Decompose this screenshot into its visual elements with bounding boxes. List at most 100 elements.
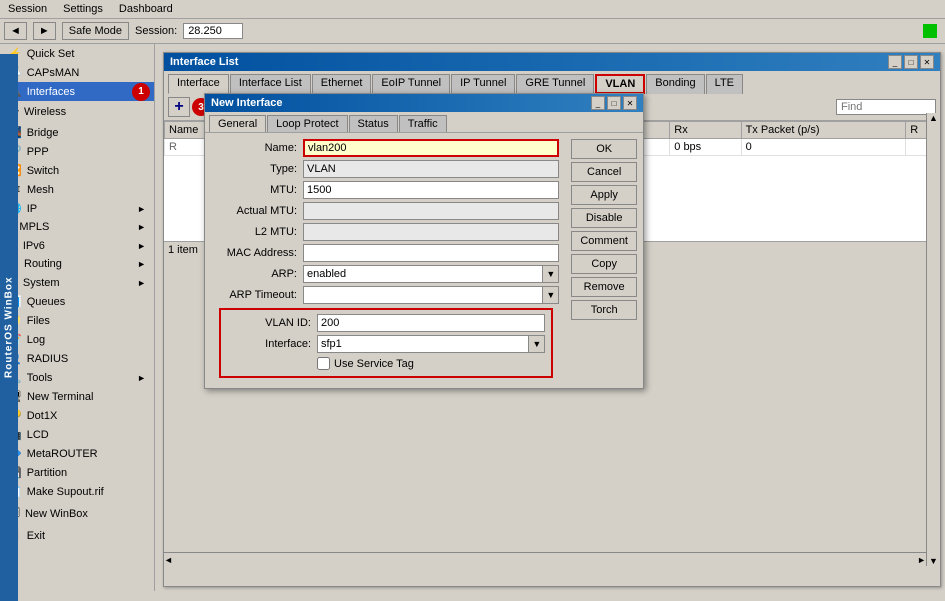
dialog-tab-traffic[interactable]: Traffic [399, 115, 447, 132]
comment-button[interactable]: Comment [571, 231, 637, 251]
sidebar-item-queues[interactable]: 📊 Queues [0, 292, 154, 311]
sidebar-item-mpls[interactable]: ≡ MPLS ► [0, 218, 154, 236]
sidebar-item-ipv6[interactable]: ⑥ IPv6 ► [0, 236, 154, 255]
sidebar-item-quick-set[interactable]: ⚡ Quick Set [0, 44, 154, 63]
minimize-button[interactable]: _ [888, 55, 902, 69]
name-row: Name: [213, 139, 559, 157]
dialog-tab-status[interactable]: Status [349, 115, 398, 132]
menu-session[interactable]: Session [4, 2, 51, 16]
sidebar-item-new-terminal[interactable]: 🖥 New Terminal [0, 387, 154, 406]
dialog-minimize[interactable]: _ [591, 96, 605, 110]
tab-eoip-tunnel[interactable]: EoIP Tunnel [372, 74, 450, 94]
ip-arrow: ► [137, 204, 146, 214]
interface-input[interactable] [317, 335, 529, 353]
sidebar-item-dot1x[interactable]: 🔑 Dot1X [0, 406, 154, 425]
add-interface-button[interactable]: + [168, 97, 190, 117]
sidebar-item-exit[interactable]: 🚪 Exit [0, 526, 154, 545]
vertical-scrollbar[interactable]: ▲ ▼ [926, 113, 940, 566]
sidebar-item-log[interactable]: 📝 Log [0, 330, 154, 349]
mac-input[interactable] [303, 244, 559, 262]
interfaces-badge: 1 [132, 83, 150, 101]
interface-list-window: Interface List _ □ ✕ Interface Interface… [163, 52, 941, 587]
arp-input[interactable] [303, 265, 543, 283]
sidebar-item-metarouter[interactable]: 🔷 MetaROUTER [0, 444, 154, 463]
tab-ip-tunnel[interactable]: IP Tunnel [451, 74, 515, 94]
sidebar-label-lcd: LCD [27, 429, 49, 441]
sidebar-item-tools[interactable]: 🔧 Tools ► [0, 368, 154, 387]
scroll-right-arrow[interactable]: ► [917, 555, 926, 565]
tab-lte[interactable]: LTE [706, 74, 743, 94]
interface-dropdown-arrow[interactable]: ▼ [529, 335, 545, 353]
sidebar-item-bridge[interactable]: 🌉 Bridge [0, 123, 154, 142]
copy-button[interactable]: Copy [571, 254, 637, 274]
horizontal-scrollbar[interactable]: ◄ ► [164, 552, 926, 566]
sidebar-item-ip[interactable]: 🌐 IP ► [0, 199, 154, 218]
sidebar-item-lcd[interactable]: 📺 LCD [0, 425, 154, 444]
back-button[interactable]: ◄ [4, 22, 27, 40]
dialog-controls: _ □ ✕ [591, 96, 637, 110]
sidebar-label-make-supout: Make Supout.rif [27, 486, 104, 498]
mac-row: MAC Address: [213, 244, 559, 262]
new-interface-dialog: New Interface _ □ ✕ General Loop Protect… [204, 93, 644, 389]
scroll-down-arrow[interactable]: ▼ [929, 556, 938, 566]
tab-bonding[interactable]: Bonding [646, 74, 704, 94]
winbox-brand-label: RouterOS WinBox [0, 54, 18, 591]
arp-timeout-label: ARP Timeout: [213, 289, 303, 301]
sidebar-label-capsman: CAPsMAN [27, 67, 80, 79]
interface-row: Interface: ▼ [227, 335, 545, 353]
arp-dropdown-arrow[interactable]: ▼ [543, 265, 559, 283]
sidebar-item-switch[interactable]: 🔀 Switch [0, 161, 154, 180]
vlan-id-label: VLAN ID: [227, 317, 317, 329]
sidebar-item-make-supout[interactable]: 📄 Make Supout.rif [0, 482, 154, 501]
sidebar-label-queues: Queues [27, 296, 66, 308]
sidebar-item-radius[interactable]: 👤 RADIUS [0, 349, 154, 368]
arp-timeout-input[interactable] [303, 286, 543, 304]
sidebar-item-partition[interactable]: 💾 Partition [0, 463, 154, 482]
close-button[interactable]: ✕ [920, 55, 934, 69]
sidebar-item-wireless[interactable]: 〰 Wireless [0, 101, 154, 123]
find-input[interactable] [836, 99, 936, 115]
sidebar-item-files[interactable]: 📁 Files [0, 311, 154, 330]
arp-timeout-dropdown-arrow[interactable]: ▼ [543, 286, 559, 304]
dialog-button-panel: OK Cancel Apply Disable Comment Copy Rem… [567, 133, 643, 388]
vlan-id-input[interactable] [317, 314, 545, 332]
tab-interface[interactable]: Interface [168, 74, 229, 94]
sidebar-item-system[interactable]: ⚙ System ► [0, 273, 154, 292]
name-input[interactable] [303, 139, 559, 157]
sidebar-item-interfaces[interactable]: 🔌 Interfaces 1 [0, 82, 154, 101]
tab-gre-tunnel[interactable]: GRE Tunnel [516, 74, 594, 94]
sidebar-item-capsman[interactable]: 📡 CAPsMAN [0, 63, 154, 82]
tab-ethernet[interactable]: Ethernet [312, 74, 372, 94]
sidebar-item-mesh[interactable]: 🕸 Mesh [0, 180, 154, 199]
forward-button[interactable]: ► [33, 22, 56, 40]
torch-button[interactable]: Torch [571, 300, 637, 320]
mtu-input[interactable] [303, 181, 559, 199]
arp-timeout-row: ARP Timeout: ▼ [213, 286, 559, 304]
scroll-left-arrow[interactable]: ◄ [164, 555, 173, 565]
dialog-tab-general[interactable]: General [209, 115, 266, 132]
scroll-up-arrow[interactable]: ▲ [929, 113, 938, 123]
tab-interface-list[interactable]: Interface List [230, 74, 311, 94]
disable-button[interactable]: Disable [571, 208, 637, 228]
sidebar-item-routing[interactable]: ↔ Routing ► [0, 255, 154, 273]
remove-button[interactable]: Remove [571, 277, 637, 297]
sidebar-item-new-winbox[interactable]: 🗔 New WinBox [0, 501, 154, 526]
session-input[interactable] [183, 23, 243, 39]
sidebar-item-ppp[interactable]: 🔗 PPP [0, 142, 154, 161]
dialog-maximize[interactable]: □ [607, 96, 621, 110]
safemode-button[interactable]: Safe Mode [62, 22, 129, 40]
dialog-close[interactable]: ✕ [623, 96, 637, 110]
col-tx-packet: Tx Packet (p/s) [741, 122, 906, 139]
service-tag-checkbox[interactable] [317, 357, 330, 370]
menu-dashboard[interactable]: Dashboard [115, 2, 177, 16]
menu-settings[interactable]: Settings [59, 2, 107, 16]
maximize-button[interactable]: □ [904, 55, 918, 69]
arp-row: ARP: ▼ [213, 265, 559, 283]
window-titlebar: Interface List _ □ ✕ [164, 53, 940, 71]
cancel-button[interactable]: Cancel [571, 162, 637, 182]
dialog-tab-loop-protect[interactable]: Loop Protect [267, 115, 347, 132]
ok-button[interactable]: OK [571, 139, 637, 159]
apply-button[interactable]: Apply [571, 185, 637, 205]
sidebar-label-metarouter: MetaROUTER [27, 448, 98, 460]
tab-vlan[interactable]: VLAN [595, 74, 645, 94]
